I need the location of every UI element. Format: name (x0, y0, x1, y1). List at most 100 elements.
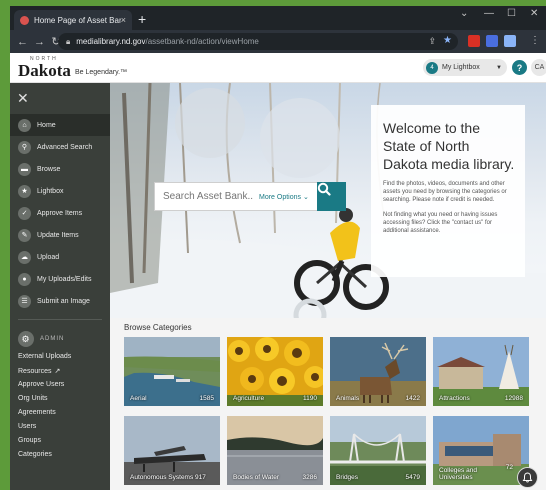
logo-dakota: Dakota (18, 61, 71, 80)
browser-tab[interactable]: Home Page of Asset Bank × (14, 10, 132, 30)
sidebar-item-label: Approve Items (37, 209, 83, 217)
url-path: /assetbank-nd/action/viewHome (145, 37, 259, 46)
notification-bell-button[interactable] (517, 467, 538, 488)
sidebar-item-label: My Uploads/Edits (37, 275, 92, 283)
chevron-down-icon: ⌄ (302, 193, 309, 201)
home-icon: ⌂ (18, 118, 31, 132)
admin-link-external-uploads[interactable]: External Uploads (18, 353, 71, 360)
search-icon: ⚲ (18, 140, 31, 154)
sidebar-item-approve-items[interactable]: ✓ Approve Items (10, 202, 110, 224)
sidebar-item-label: Browse (37, 165, 61, 173)
browse-categories-title: Browse Categories (124, 323, 192, 332)
welcome-heading: Welcome to the State of North Dakota med… (383, 120, 515, 172)
more-options-button[interactable]: More Options ⌄ (259, 193, 309, 201)
admin-link-approve-users[interactable]: Approve Users (18, 381, 64, 388)
category-label: Agriculture (233, 395, 265, 402)
pdf-extension-icon[interactable] (468, 35, 480, 47)
search-button[interactable] (317, 182, 346, 211)
sidebar-item-label: Home (37, 121, 56, 129)
help-button[interactable]: ? (512, 60, 527, 75)
admin-link-agreements[interactable]: Agreements (18, 409, 56, 416)
sidebar-divider (18, 319, 102, 320)
extension-icon[interactable] (486, 35, 498, 47)
category-label: Colleges and Universities (439, 467, 477, 481)
bell-icon (522, 472, 533, 483)
category-tile-agriculture[interactable]: Agriculture 1190 (227, 337, 323, 406)
more-options-label: More Options (259, 193, 302, 201)
new-tab-button[interactable]: + (138, 10, 146, 28)
sidebar-item-update-items[interactable]: ✎ Update Items (10, 224, 110, 246)
category-count: 1190 (303, 395, 317, 402)
caret-down-icon: ▼ (496, 64, 502, 71)
star-icon: ★ (18, 184, 31, 198)
search-input[interactable] (155, 191, 253, 202)
logo-tagline: Be Legendary.™ (75, 69, 128, 76)
back-icon[interactable]: ← (17, 36, 28, 48)
tab-close-button[interactable]: × (121, 15, 126, 25)
sidebar-item-home[interactable]: ⌂ Home (10, 114, 110, 136)
url-host: medialibrary.nd.gov (76, 37, 146, 46)
browser-menu-icon[interactable]: ⋮ (530, 35, 540, 46)
main-content: More Options ⌄ Welcome to the State of N… (110, 83, 546, 490)
sidebar-item-lightbox[interactable]: ★ Lightbox (10, 180, 110, 202)
welcome-panel: Welcome to the State of North Dakota med… (371, 105, 525, 277)
hero-banner: More Options ⌄ Welcome to the State of N… (110, 83, 546, 318)
minimize-button[interactable]: — (484, 8, 494, 19)
bookmark-star-icon[interactable]: ★ (443, 35, 452, 46)
sidebar-item-label: Lightbox (37, 187, 64, 195)
user-avatar[interactable]: CA (531, 59, 546, 76)
category-count: 1422 (405, 395, 420, 402)
tab-title: Home Page of Asset Bank (34, 15, 121, 25)
restore-button[interactable]: ☐ (507, 8, 516, 19)
category-label: Bridges (336, 474, 359, 481)
category-tile-bridges[interactable]: Bridges 5479 (330, 416, 426, 485)
category-label: Animals (336, 395, 360, 402)
category-label-text: Autonomous Systems (130, 474, 194, 481)
lightbox-label: My Lightbox (442, 64, 480, 71)
category-count: 5479 (405, 474, 420, 481)
category-tile-autonomous-systems[interactable]: Autonomous Systems 917 (124, 416, 220, 485)
close-sidebar-icon[interactable]: ✕ (17, 90, 29, 107)
sidebar-item-label: Update Items (37, 231, 79, 239)
site-header: NORTH Dakota Be Legendary.™ 4 My Lightbo… (10, 53, 546, 83)
admin-link-users[interactable]: Users (18, 423, 36, 430)
sidebar-item-my-uploads[interactable]: ● My Uploads/Edits (10, 268, 110, 290)
admin-link-categories[interactable]: Categories (18, 451, 52, 458)
category-tile-aerial[interactable]: Aerial 1585 (124, 337, 220, 406)
category-count: 1585 (199, 395, 214, 402)
admin-link-groups[interactable]: Groups (18, 437, 41, 444)
sidebar-item-label: Upload (37, 253, 60, 261)
sidebar-item-upload[interactable]: ☁ Upload (10, 246, 110, 268)
category-label-count: 917 (195, 474, 206, 481)
sidebar-item-label: Advanced Search (37, 143, 93, 151)
category-tile-animals[interactable]: Animals 1422 (330, 337, 426, 406)
browser-chrome: Home Page of Asset Bank × + ⌄ — ☐ ✕ ← → … (10, 6, 546, 53)
welcome-paragraph: Find the photos, videos, documents and o… (383, 181, 507, 203)
check-icon: ✓ (18, 206, 31, 220)
category-tile-attractions[interactable]: Attractions 12988 (433, 337, 529, 406)
category-label: Attractions (439, 395, 470, 402)
profile-icon[interactable] (504, 35, 516, 47)
address-bar[interactable]: 🔒︎ medialibrary.nd.gov/assetbank-nd/acti… (58, 33, 458, 50)
category-tile-colleges[interactable]: Colleges and Universities 72 (433, 416, 529, 485)
close-window-button[interactable]: ✕ (530, 8, 538, 19)
share-icon[interactable]: ⇪ (428, 36, 436, 47)
admin-label: ADMIN (40, 336, 65, 342)
tab-search-icon[interactable]: ⌄ (460, 8, 468, 19)
sidebar-item-advanced-search[interactable]: ⚲ Advanced Search (10, 136, 110, 158)
cloud-upload-icon: ☁ (18, 250, 31, 264)
admin-link-label: Resources (18, 368, 52, 375)
admin-link-resources[interactable]: Resources ↗ (18, 367, 60, 375)
sidebar: ✕ ⌂ Home ⚲ Advanced Search ▬ Browse ★ Li… (10, 83, 110, 490)
gear-icon: ⚙ (18, 331, 34, 347)
forward-icon[interactable]: → (34, 36, 45, 48)
category-count: 72 (505, 464, 513, 471)
sidebar-item-submit-image[interactable]: ☰ Submit an Image (10, 290, 110, 312)
category-tile-bodies-of-water[interactable]: Bodies of Water 3286 (227, 416, 323, 485)
sidebar-item-browse[interactable]: ▬ Browse (10, 158, 110, 180)
folder-icon: ▬ (18, 162, 31, 176)
admin-link-org-units[interactable]: Org Units (18, 395, 48, 402)
search-icon (317, 182, 331, 196)
admin-heading: ⚙ ADMIN (18, 331, 64, 347)
my-lightbox-button[interactable]: 4 My Lightbox ▼ (423, 59, 507, 76)
